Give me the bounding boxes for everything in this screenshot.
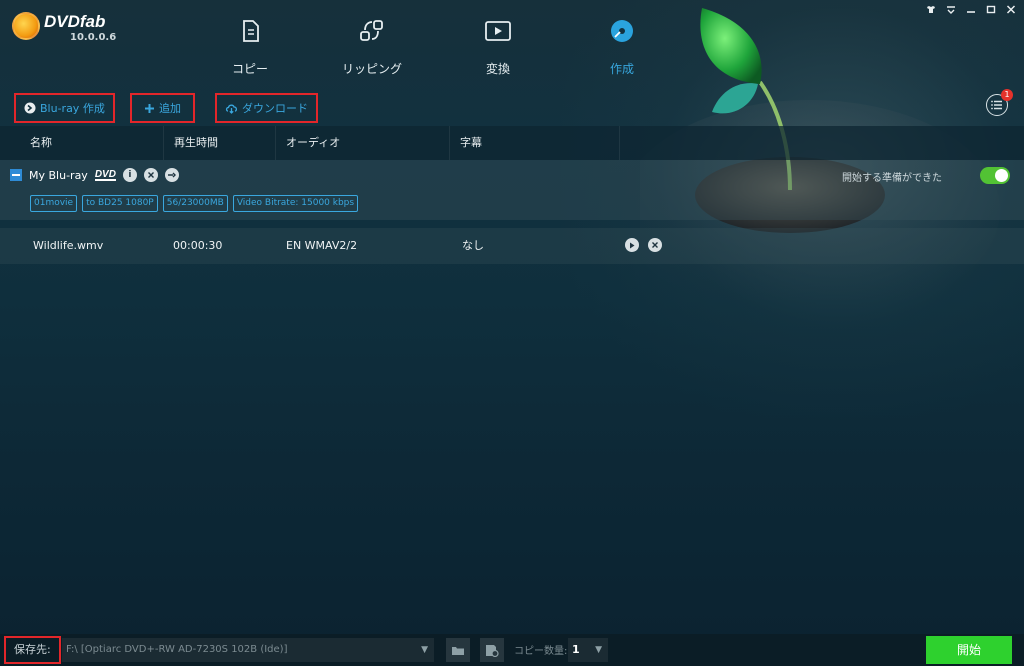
window-controls <box>926 4 1016 14</box>
tag-output-format[interactable]: to BD25 1080P <box>82 195 158 212</box>
skin-icon[interactable] <box>926 4 936 14</box>
main-nav: コピー リッピング 変換 作成 <box>0 14 700 84</box>
tab-create-label: 作成 <box>609 62 634 76</box>
toolbar: Blu-ray 作成 追加 ダウンロード 1 <box>0 89 1024 126</box>
browse-folder-button[interactable] <box>446 638 470 662</box>
minimize-icon[interactable] <box>966 4 976 14</box>
maximize-icon[interactable] <box>986 4 996 14</box>
save-path-value: F:\ [Optiarc DVD+-RW AD-7230S 102B (Ide)… <box>66 644 288 655</box>
copy-icon <box>205 14 295 48</box>
bluray-create-button[interactable]: Blu-ray 作成 <box>14 93 115 123</box>
save-to-label: 保存先: <box>4 636 61 664</box>
plus-icon <box>144 103 155 114</box>
file-subtitle: なし <box>462 239 484 252</box>
add-label: 追加 <box>159 102 181 115</box>
dvd-format-logo: DVD <box>94 168 116 181</box>
table-row[interactable]: Wildlife.wmv 00:00:30 EN WMAV2/2 なし <box>0 228 1024 264</box>
chevron-down-icon: ▼ <box>421 645 428 655</box>
tab-ripper[interactable]: リッピング <box>327 14 417 80</box>
tag-bitrate[interactable]: Video Bitrate: 15000 kbps <box>232 195 359 212</box>
tag-size[interactable]: 56/23000MB <box>162 195 228 212</box>
collapse-icon[interactable] <box>10 169 22 181</box>
group-title: My Blu-ray <box>29 168 88 182</box>
play-icon[interactable] <box>625 238 639 252</box>
tab-copy[interactable]: コピー <box>205 14 295 80</box>
queue-count-badge: 1 <box>1001 89 1013 101</box>
copies-label: コピー数量: <box>514 646 568 657</box>
copies-value: 1 <box>572 643 580 656</box>
tab-ripper-label: リッピング <box>341 62 402 76</box>
bluray-create-label: Blu-ray 作成 <box>40 102 105 115</box>
delete-icon[interactable] <box>648 238 662 252</box>
menu-dropdown-icon[interactable] <box>946 4 956 14</box>
tab-convert[interactable]: 変換 <box>453 14 543 80</box>
column-subtitle[interactable]: 字幕 <box>450 126 620 160</box>
info-icon[interactable]: i <box>122 168 137 182</box>
copies-select[interactable]: 1 ▼ <box>568 638 608 662</box>
settings-wrench-icon[interactable] <box>164 168 179 182</box>
bottom-bar: 保存先: F:\ [Optiarc DVD+-RW AD-7230S 102B … <box>0 634 1024 666</box>
task-queue-button[interactable]: 1 <box>986 89 1013 116</box>
disc-create-icon <box>577 14 667 48</box>
cloud-download-icon <box>225 103 238 114</box>
ready-status: 開始する準備ができた <box>842 173 942 184</box>
add-button[interactable]: 追加 <box>130 93 195 123</box>
list-icon <box>991 100 1002 110</box>
output-tags: 01movie to BD25 1080P 56/23000MB Video B… <box>30 195 359 212</box>
column-header: 名称 再生時間 オーディオ 字幕 <box>0 126 1024 160</box>
tag-title[interactable]: 01movie <box>30 195 78 212</box>
column-audio[interactable]: オーディオ <box>276 126 450 160</box>
ready-toggle[interactable] <box>980 167 1010 184</box>
download-label: ダウンロード <box>242 102 308 115</box>
chevron-down-icon: ▼ <box>595 645 602 655</box>
save-iso-icon <box>486 644 499 657</box>
start-button[interactable]: 開始 <box>926 636 1012 664</box>
ripper-icon <box>327 14 417 48</box>
tab-convert-label: 変換 <box>485 62 510 76</box>
save-path-select[interactable]: F:\ [Optiarc DVD+-RW AD-7230S 102B (Ide)… <box>62 638 434 662</box>
download-button[interactable]: ダウンロード <box>215 93 318 123</box>
video-convert-icon <box>453 14 543 48</box>
close-icon[interactable] <box>1006 4 1016 14</box>
column-duration[interactable]: 再生時間 <box>164 126 276 160</box>
title-group-row: My Blu-ray DVD i 01movie to BD25 1080P 5… <box>0 160 1024 220</box>
folder-icon <box>452 646 464 655</box>
arrow-circle-icon <box>24 102 36 114</box>
column-name[interactable]: 名称 <box>0 126 164 160</box>
file-audio: EN WMAV2/2 <box>286 239 358 252</box>
remove-icon[interactable] <box>143 168 158 182</box>
tab-copy-label: コピー <box>231 62 268 76</box>
file-name: Wildlife.wmv <box>33 239 104 252</box>
header: DVDfab 10.0.0.6 コピー リッピング 変換 作成 <box>0 0 1024 88</box>
tab-create[interactable]: 作成 <box>577 14 667 80</box>
file-duration: 00:00:30 <box>173 239 223 252</box>
iso-button[interactable] <box>480 638 504 662</box>
